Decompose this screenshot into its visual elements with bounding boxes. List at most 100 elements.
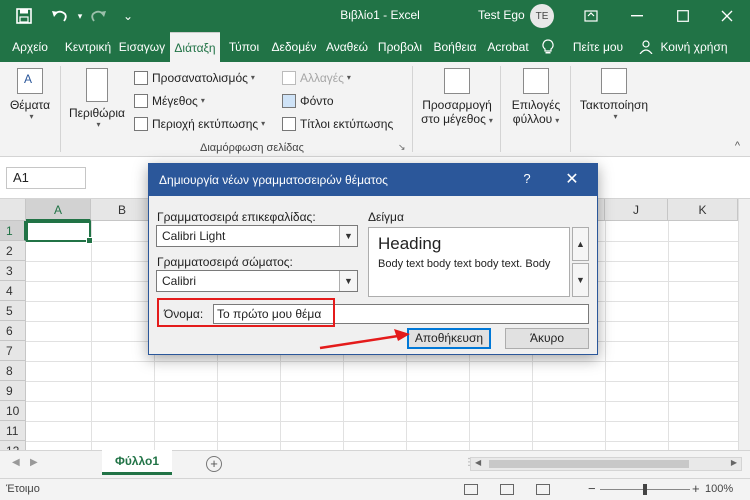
- title-bar: ▾ ⌄ Βιβλίο1 - Excel Test Ego TE: [0, 0, 750, 32]
- body-font-select[interactable]: Calibri ▼: [156, 270, 358, 292]
- save-button[interactable]: Αποθήκευση: [407, 328, 491, 349]
- row-header[interactable]: 10: [0, 401, 26, 421]
- redo-icon[interactable]: [88, 6, 108, 26]
- sample-preview: Heading Body text body text body text. B…: [368, 227, 570, 297]
- themes-label: Θέματα: [9, 98, 51, 112]
- tab-formulas[interactable]: Τύποι: [224, 32, 264, 62]
- sample-scroll-down-icon[interactable]: ▼: [572, 263, 589, 297]
- background-button[interactable]: Φόντο: [282, 91, 334, 111]
- tab-help[interactable]: Βοήθεια: [430, 32, 480, 62]
- help-button[interactable]: ?: [517, 171, 537, 186]
- margins-button[interactable]: Περιθώρια ▾: [66, 68, 128, 129]
- divider: [60, 66, 61, 152]
- next-sheet-icon[interactable]: ▶: [30, 457, 38, 468]
- chevron-down-icon[interactable]: ▼: [339, 226, 357, 246]
- undo-icon[interactable]: [50, 6, 70, 26]
- zoom-level[interactable]: 100%: [705, 483, 733, 495]
- row-header[interactable]: 4: [0, 281, 26, 301]
- breaks-button[interactable]: Αλλαγές ▾: [282, 68, 351, 88]
- chevron-down-icon[interactable]: ▼: [339, 271, 357, 291]
- tab-data[interactable]: Δεδομέν: [268, 32, 320, 62]
- tab-file[interactable]: Αρχείο: [8, 32, 52, 62]
- tab-home[interactable]: Κεντρική: [62, 32, 114, 62]
- vertical-scrollbar[interactable]: [738, 199, 750, 450]
- print-titles-icon: [282, 117, 296, 131]
- sheet-options-button[interactable]: Επιλογές φύλλου ▾: [506, 68, 566, 126]
- arrange-button[interactable]: Τακτοποίηση ▾: [574, 68, 654, 121]
- sheet-tab[interactable]: Φύλλο1: [102, 450, 172, 475]
- normal-view-icon[interactable]: [464, 484, 478, 495]
- save-icon[interactable]: [14, 6, 34, 26]
- chevron-down-icon: ▾: [613, 112, 618, 121]
- row-header[interactable]: 5: [0, 301, 26, 321]
- size-button[interactable]: Μέγεθος ▾: [134, 91, 205, 111]
- dialog-title: Δημιουργία νέων γραμματοσειρών θέματος: [159, 173, 388, 187]
- dialog-close-icon[interactable]: ✕: [561, 169, 583, 189]
- status-bar: Έτοιμο − + 100%: [0, 478, 750, 500]
- customize-toolbar-icon[interactable]: ⌄: [118, 6, 138, 26]
- scroll-thumb[interactable]: [489, 460, 689, 468]
- row-header[interactable]: 9: [0, 381, 26, 401]
- share-person-icon[interactable]: [638, 32, 654, 62]
- gridline: [668, 221, 669, 450]
- collapse-ribbon-icon[interactable]: ^: [735, 140, 740, 152]
- select-all-corner[interactable]: [0, 199, 26, 221]
- scale-to-fit-button[interactable]: Προσαρμογή στο μέγεθος ▾: [418, 68, 496, 126]
- undo-dropdown-icon[interactable]: ▾: [70, 6, 90, 26]
- column-header[interactable]: B: [91, 199, 154, 221]
- cancel-button[interactable]: Άκυρο: [505, 328, 589, 349]
- active-cell-a1[interactable]: [26, 221, 93, 244]
- themes-icon: A: [17, 68, 43, 94]
- row-header[interactable]: 7: [0, 341, 26, 361]
- horizontal-scrollbar[interactable]: ◀ ▶: [470, 457, 742, 471]
- divider: [412, 66, 413, 152]
- orientation-button[interactable]: Προσανατολισμός ▾: [134, 68, 255, 88]
- previous-sheet-icon[interactable]: ◀: [12, 457, 20, 468]
- heading-font-value: Calibri Light: [162, 229, 226, 243]
- gridline: [605, 221, 606, 450]
- lightbulb-icon[interactable]: [540, 32, 556, 62]
- column-header[interactable]: J: [605, 199, 668, 221]
- print-area-button[interactable]: Περιοχή εκτύπωσης ▾: [134, 114, 265, 134]
- print-titles-button[interactable]: Τίτλοι εκτύπωσης: [282, 114, 393, 134]
- ribbon-display-options-icon[interactable]: [568, 0, 614, 32]
- add-sheet-icon[interactable]: +: [206, 456, 222, 472]
- tab-insert[interactable]: Εισαγωγ: [116, 32, 168, 62]
- tab-page-layout[interactable]: Διάταξη: [170, 32, 220, 62]
- name-box[interactable]: A1: [6, 167, 86, 189]
- page-layout-view-icon[interactable]: [500, 484, 514, 495]
- dialog-launcher-icon[interactable]: ↘: [398, 142, 406, 153]
- group-label-page-setup: Διαμόρφωση σελίδας: [200, 142, 304, 154]
- row-header[interactable]: 3: [0, 261, 26, 281]
- close-icon[interactable]: [704, 0, 750, 32]
- ribbon-tabs: Αρχείο Κεντρική Εισαγωγ Διάταξη Τύποι Δε…: [0, 32, 750, 62]
- zoom-out-icon[interactable]: −: [588, 481, 596, 496]
- row-header[interactable]: 8: [0, 361, 26, 381]
- column-header[interactable]: A: [26, 199, 91, 221]
- tab-acrobat[interactable]: Acrobat: [484, 32, 532, 62]
- user-name[interactable]: Test Ego: [478, 8, 525, 22]
- row-header[interactable]: 6: [0, 321, 26, 341]
- zoom-slider-thumb[interactable]: [643, 484, 647, 495]
- orientation-icon: [134, 71, 148, 85]
- minimize-icon[interactable]: [614, 0, 660, 32]
- column-header[interactable]: K: [668, 199, 738, 221]
- row-header[interactable]: 2: [0, 241, 26, 261]
- tab-review[interactable]: Αναθεώ: [322, 32, 372, 62]
- share-button[interactable]: Κοινή χρήση: [656, 32, 732, 62]
- row-header[interactable]: 1: [0, 221, 26, 241]
- window-title: Βιβλίο1 - Excel: [340, 8, 420, 22]
- tab-view[interactable]: Προβολι: [374, 32, 426, 62]
- themes-button[interactable]: A Θέματα ▾: [6, 68, 54, 121]
- avatar[interactable]: TE: [530, 4, 554, 28]
- sample-scroll-up-icon[interactable]: ▲: [572, 227, 589, 261]
- heading-font-select[interactable]: Calibri Light ▼: [156, 225, 358, 247]
- page-break-view-icon[interactable]: [536, 484, 550, 495]
- maximize-icon[interactable]: [660, 0, 706, 32]
- row-header[interactable]: 11: [0, 421, 26, 441]
- scroll-right-icon[interactable]: ▶: [731, 458, 737, 467]
- zoom-in-icon[interactable]: +: [692, 481, 700, 496]
- tell-me-search[interactable]: Πείτε μου: [570, 32, 626, 62]
- status-text: Έτοιμο: [6, 483, 40, 495]
- scroll-left-icon[interactable]: ◀: [475, 458, 481, 467]
